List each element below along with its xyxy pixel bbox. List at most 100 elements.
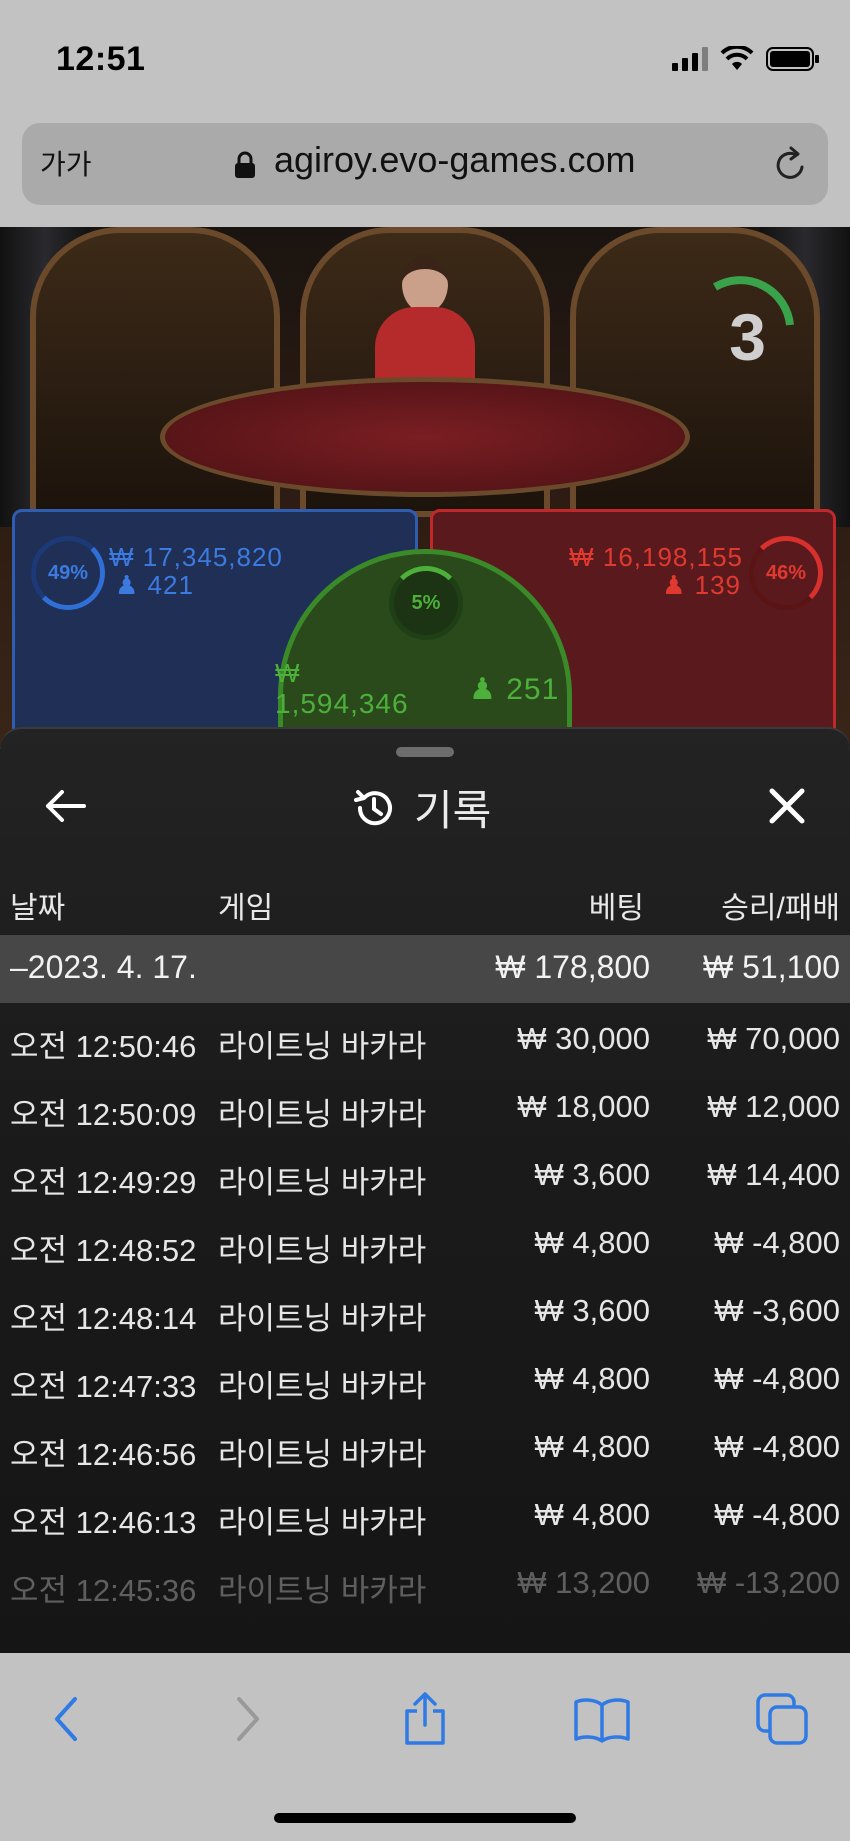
book-icon: [574, 1698, 630, 1743]
tabs-button[interactable]: [752, 1689, 812, 1749]
row-winloss: ₩ -4,800: [714, 1497, 840, 1532]
row-time: 오전 12:49:29: [10, 1165, 197, 1200]
live-game-view: 3 49% ₩ 17,345,820 ♟ 421 ₩ 16,198,155 ♟ …: [0, 227, 850, 747]
history-table-header: 날짜 게임 베팅 승리/패배: [0, 877, 850, 927]
browser-address-area: 가가 agiroy.evo-games.com: [0, 115, 850, 227]
banker-bet-count: ♟ 139: [662, 570, 741, 600]
row-game: 라이트닝 바카라: [218, 1165, 427, 1200]
reload-icon[interactable]: [770, 145, 810, 185]
close-button[interactable]: [762, 781, 812, 831]
status-time: 12:51: [56, 40, 146, 78]
tie-currency: ₩: [275, 658, 301, 688]
row-bet: ₩ 3,600: [534, 1293, 650, 1328]
table-row[interactable]: 오전 12:45:36 라이트닝 바카라 ₩ 13,200 ₩ -13,200: [0, 1547, 850, 1615]
column-game: 게임: [218, 892, 274, 925]
address-bar[interactable]: 가가 agiroy.evo-games.com: [22, 123, 828, 205]
text-size-button[interactable]: 가가: [40, 143, 92, 183]
column-bet: 베팅: [588, 892, 644, 925]
column-date: 날짜: [10, 892, 66, 925]
row-winloss: ₩ -3,600: [714, 1293, 840, 1328]
banker-percent: 46%: [749, 536, 823, 610]
table-row[interactable]: 오전 12:50:09 라이트닝 바카라 ₩ 18,000 ₩ 12,000: [0, 1071, 850, 1139]
panel-title: 기록: [414, 787, 492, 834]
row-time: 오전 12:50:46: [10, 1029, 197, 1064]
drag-handle[interactable]: [396, 747, 454, 757]
chevron-right-icon: [237, 1697, 259, 1741]
history-rows: 오전 12:50:46 라이트닝 바카라 ₩ 30,000 ₩ 70,000 오…: [0, 1003, 850, 1615]
row-time: 오전 12:48:52: [10, 1233, 197, 1268]
row-winloss: ₩ -4,800: [714, 1429, 840, 1464]
browser-back-button[interactable]: [36, 1689, 96, 1749]
table-row[interactable]: 오전 12:48:14 라이트닝 바카라 ₩ 3,600 ₩ -3,600: [0, 1275, 850, 1343]
row-winloss: ₩ -4,800: [714, 1225, 840, 1260]
status-icons: [672, 46, 820, 72]
player-bet-amount: ₩ 17,345,820: [109, 542, 283, 572]
row-game: 라이트닝 바카라: [218, 1029, 427, 1064]
table-row[interactable]: 오전 12:46:56 라이트닝 바카라 ₩ 4,800 ₩ -4,800: [0, 1411, 850, 1479]
browser-forward-button[interactable]: [218, 1689, 278, 1749]
row-time: 오전 12:48:14: [10, 1301, 197, 1336]
row-bet: ₩ 4,800: [534, 1429, 650, 1464]
tie-bet-amount: 1,594,346: [275, 688, 409, 719]
row-bet: ₩ 30,000: [517, 1021, 650, 1056]
user-icon: ♟: [469, 673, 497, 706]
bookmarks-button[interactable]: [572, 1689, 632, 1749]
row-bet: ₩ 4,800: [534, 1225, 650, 1260]
row-bet: ₩ 18,000: [517, 1089, 650, 1124]
row-game: 라이트닝 바카라: [218, 1233, 427, 1268]
row-game: 라이트닝 바카라: [218, 1573, 427, 1608]
chevron-left-icon: [55, 1697, 77, 1741]
row-bet: ₩ 4,800: [534, 1361, 650, 1396]
row-winloss: ₩ 14,400: [707, 1157, 840, 1192]
share-button[interactable]: [395, 1689, 455, 1749]
table-row[interactable]: 오전 12:50:46 라이트닝 바카라 ₩ 30,000 ₩ 70,000: [0, 1003, 850, 1071]
row-winloss: ₩ -4,800: [714, 1361, 840, 1396]
row-game: 라이트닝 바카라: [218, 1369, 427, 1404]
user-icon: ♟: [115, 570, 140, 600]
banker-bet-amount: ₩ 16,198,155: [569, 542, 743, 572]
countdown-timer: 3: [729, 300, 766, 374]
table-row[interactable]: 오전 12:49:29 라이트닝 바카라 ₩ 3,600 ₩ 14,400: [0, 1139, 850, 1207]
status-bar: 12:51: [0, 0, 850, 115]
date-group-label: –2023. 4. 17.: [10, 949, 197, 985]
row-time: 오전 12:46:56: [10, 1437, 197, 1472]
date-group-bet: ₩ 178,800: [495, 949, 650, 985]
table-row[interactable]: 오전 12:48:52 라이트닝 바카라 ₩ 4,800 ₩ -4,800: [0, 1207, 850, 1275]
panel-header: 기록: [352, 777, 491, 838]
tabs-icon: [756, 1693, 808, 1745]
row-time: 오전 12:46:13: [10, 1505, 197, 1540]
row-game: 라이트닝 바카라: [218, 1505, 427, 1540]
date-group-row[interactable]: –2023. 4. 17. ₩ 178,800 ₩ 51,100: [0, 935, 850, 1003]
row-time: 오전 12:45:36: [10, 1573, 197, 1608]
history-icon: [354, 789, 392, 825]
user-icon: ♟: [662, 570, 687, 600]
close-icon: [769, 788, 805, 824]
arrow-left-icon: [46, 790, 86, 822]
row-time: 오전 12:47:33: [10, 1369, 197, 1404]
row-bet: ₩ 3,600: [534, 1157, 650, 1192]
player-percent: 49%: [31, 536, 105, 610]
lock-icon: [235, 151, 255, 178]
back-button[interactable]: [40, 781, 90, 831]
player-bet-count: ♟ 421: [115, 570, 194, 600]
table-row[interactable]: 오전 12:46:13 라이트닝 바카라 ₩ 4,800 ₩ -4,800: [0, 1479, 850, 1547]
row-time: 오전 12:50:09: [10, 1097, 197, 1132]
date-group-winloss: ₩ 51,100: [703, 949, 840, 985]
browser-toolbar: [0, 1653, 850, 1841]
table-row[interactable]: 오전 12:47:33 라이트닝 바카라 ₩ 4,800 ₩ -4,800: [0, 1343, 850, 1411]
row-game: 라이트닝 바카라: [218, 1301, 427, 1336]
cellular-signal-icon: [672, 47, 708, 71]
row-bet: ₩ 13,200: [517, 1565, 650, 1600]
row-game: 라이트닝 바카라: [218, 1437, 427, 1472]
row-winloss: ₩ -13,200: [696, 1565, 840, 1600]
row-winloss: ₩ 70,000: [707, 1021, 840, 1056]
home-indicator: [274, 1813, 576, 1823]
battery-icon: [766, 47, 819, 71]
tie-bet-count: ♟ 251: [469, 673, 560, 706]
share-icon: [405, 1692, 445, 1745]
url-text: agiroy.evo-games.com: [274, 139, 636, 180]
baccarat-table: [160, 377, 690, 497]
history-panel: 기록 날짜 게임 베팅 승리/패배 –2023. 4. 17. ₩ 178,80…: [0, 727, 850, 1653]
dealer-image: [402, 255, 448, 313]
row-bet: ₩ 4,800: [534, 1497, 650, 1532]
